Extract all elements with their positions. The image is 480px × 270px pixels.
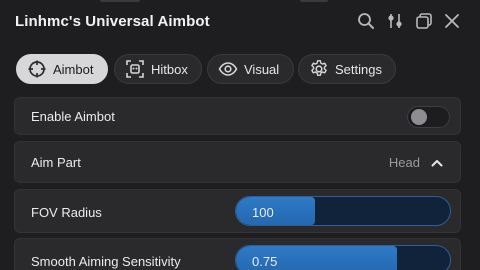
tab-settings[interactable]: Settings bbox=[298, 54, 396, 84]
crosshair-icon bbox=[27, 59, 47, 79]
aim-part-row[interactable]: Aim Part Head bbox=[14, 141, 461, 183]
fov-radius-slider[interactable]: 100 bbox=[235, 196, 451, 226]
slider-fill bbox=[236, 197, 316, 225]
tab-hitbox[interactable]: Hitbox bbox=[114, 54, 202, 84]
aimbot-window: Linhmc's Universal Aimbot Aimbot Hitbox bbox=[0, 0, 480, 270]
move-icon[interactable] bbox=[385, 11, 405, 31]
tab-visual[interactable]: Visual bbox=[207, 54, 294, 84]
tab-aimbot[interactable]: Aimbot bbox=[16, 54, 108, 84]
window-title: Linhmc's Universal Aimbot bbox=[15, 13, 210, 30]
title-bar[interactable]: Linhmc's Universal Aimbot bbox=[0, 0, 480, 44]
fov-radius-row: FOV Radius 100 bbox=[14, 189, 461, 233]
aim-part-label: Aim Part bbox=[31, 155, 81, 170]
tab-visual-label: Visual bbox=[244, 61, 280, 77]
search-icon[interactable] bbox=[356, 11, 376, 31]
close-icon[interactable] bbox=[442, 11, 462, 31]
smooth-aiming-row: Smooth Aiming Sensitivity 0.75 bbox=[14, 238, 461, 270]
enable-aimbot-row: Enable Aimbot bbox=[14, 97, 461, 135]
enable-aimbot-toggle[interactable] bbox=[407, 106, 450, 128]
tab-hitbox-label: Hitbox bbox=[151, 61, 188, 77]
fov-radius-label: FOV Radius bbox=[31, 205, 102, 220]
smooth-aiming-value: 0.75 bbox=[252, 254, 278, 269]
tab-settings-label: Settings bbox=[335, 61, 382, 77]
aim-part-value: Head bbox=[388, 155, 420, 170]
toggle-knob bbox=[411, 109, 427, 125]
gear-icon bbox=[309, 59, 329, 79]
fov-radius-value: 100 bbox=[252, 205, 274, 220]
hitbox-icon bbox=[125, 59, 145, 79]
minimize-icon[interactable] bbox=[414, 11, 434, 31]
enable-aimbot-label: Enable Aimbot bbox=[31, 109, 115, 124]
smooth-aiming-slider[interactable]: 0.75 bbox=[235, 245, 451, 270]
smooth-aiming-label: Smooth Aiming Sensitivity bbox=[31, 254, 181, 269]
tab-aimbot-label: Aimbot bbox=[53, 61, 94, 77]
eye-icon bbox=[218, 59, 238, 79]
chevron-up-icon[interactable] bbox=[430, 156, 444, 170]
